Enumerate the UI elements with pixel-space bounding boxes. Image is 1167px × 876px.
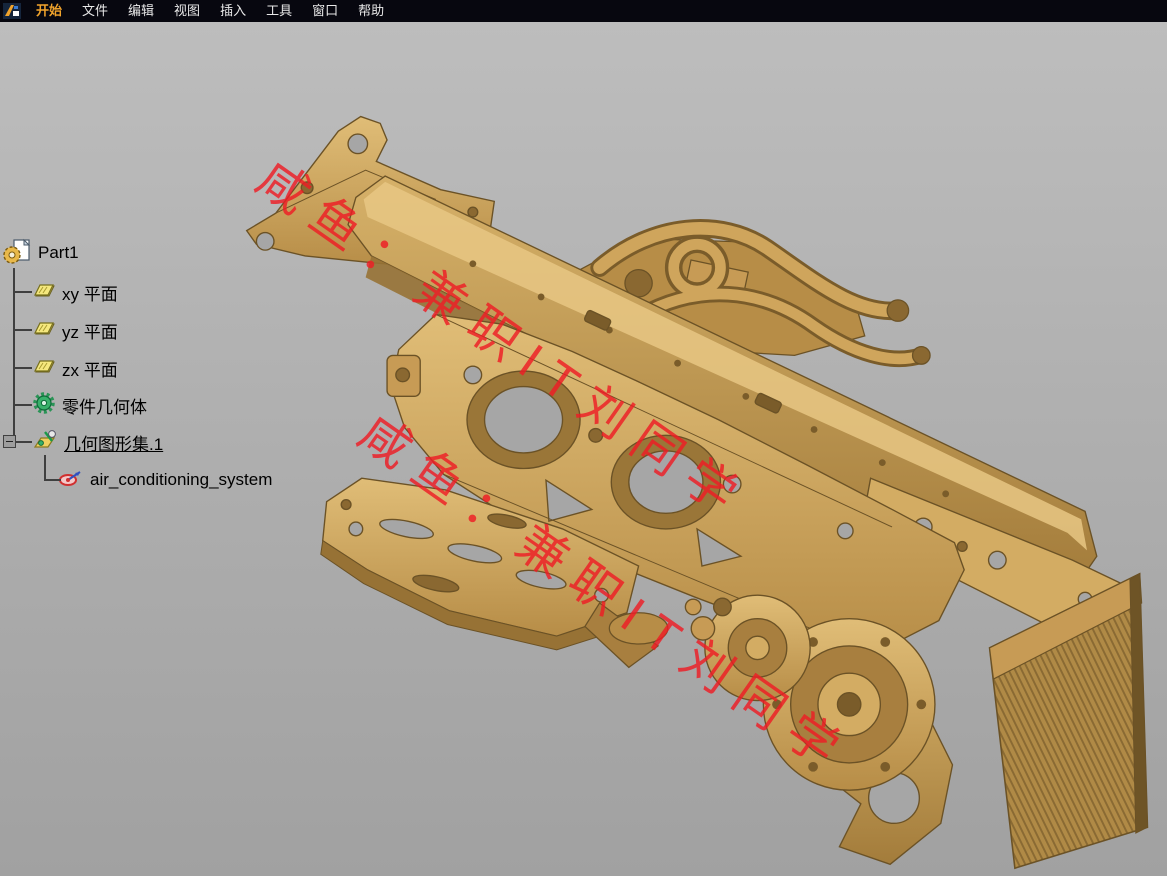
axis-system-icon[interactable]	[58, 468, 84, 493]
menu-item-start[interactable]: 开始	[26, 0, 72, 22]
tree-item-label[interactable]: air_conditioning_system	[90, 470, 272, 490]
tree-item-label[interactable]: yz 平面	[62, 318, 118, 343]
menu-item-edit[interactable]: 编辑	[118, 0, 164, 22]
geometrical-set-icon[interactable]	[32, 429, 58, 456]
tree-item-label[interactable]: 几何图形集.1	[64, 430, 163, 455]
partbody-icon[interactable]	[32, 391, 56, 420]
menu-item-insert[interactable]: 插入	[210, 0, 256, 22]
tree-child-branch-line	[44, 479, 61, 481]
tree-branch-line	[13, 291, 32, 293]
menu-bar: 开始 文件 编辑 视图 插入 工具 窗口 帮助	[0, 0, 1167, 22]
tree-branch-line	[13, 404, 32, 406]
part-document-icon[interactable]	[2, 237, 32, 270]
menu-item-tools[interactable]: 工具	[256, 0, 302, 22]
tree-item-zx-plane[interactable]: zx 平面	[32, 353, 118, 383]
menu-item-file[interactable]: 文件	[72, 0, 118, 22]
tree-item-part1[interactable]: Part1	[2, 238, 79, 268]
tree-trunk-line	[13, 268, 15, 444]
specification-tree: Part1 xy 平面 yz 平面 zx 平面 零件几何体 几何图形集.1 ai…	[0, 22, 340, 522]
tree-branch-line	[13, 367, 32, 369]
tree-item-xy-plane[interactable]: xy 平面	[32, 277, 118, 307]
model-radiator[interactable]	[988, 572, 1149, 870]
tree-item-label[interactable]: zx 平面	[62, 356, 118, 381]
tree-item-yz-plane[interactable]: yz 平面	[32, 315, 118, 345]
app-logo-icon	[2, 2, 22, 20]
tree-item-partbody[interactable]: 零件几何体	[32, 390, 147, 420]
tree-child-trunk-line	[44, 455, 46, 481]
plane-icon[interactable]	[32, 358, 56, 379]
menu-item-help[interactable]: 帮助	[348, 0, 394, 22]
tree-item-label[interactable]: Part1	[38, 243, 79, 263]
tree-item-geometrical-set[interactable]: 几何图形集.1	[32, 427, 163, 457]
tree-branch-line	[13, 329, 32, 331]
tree-expand-handle[interactable]	[3, 435, 16, 448]
tree-item-label[interactable]: xy 平面	[62, 280, 118, 305]
3d-viewport[interactable]: Part1 xy 平面 yz 平面 zx 平面 零件几何体 几何图形集.1 ai…	[0, 22, 1167, 876]
plane-icon[interactable]	[32, 320, 56, 341]
menu-item-window[interactable]: 窗口	[302, 0, 348, 22]
tree-item-label[interactable]: 零件几何体	[62, 393, 147, 418]
tree-item-air-conditioning-system[interactable]: air_conditioning_system	[58, 465, 272, 495]
menu-item-view[interactable]: 视图	[164, 0, 210, 22]
plane-icon[interactable]	[32, 282, 56, 303]
